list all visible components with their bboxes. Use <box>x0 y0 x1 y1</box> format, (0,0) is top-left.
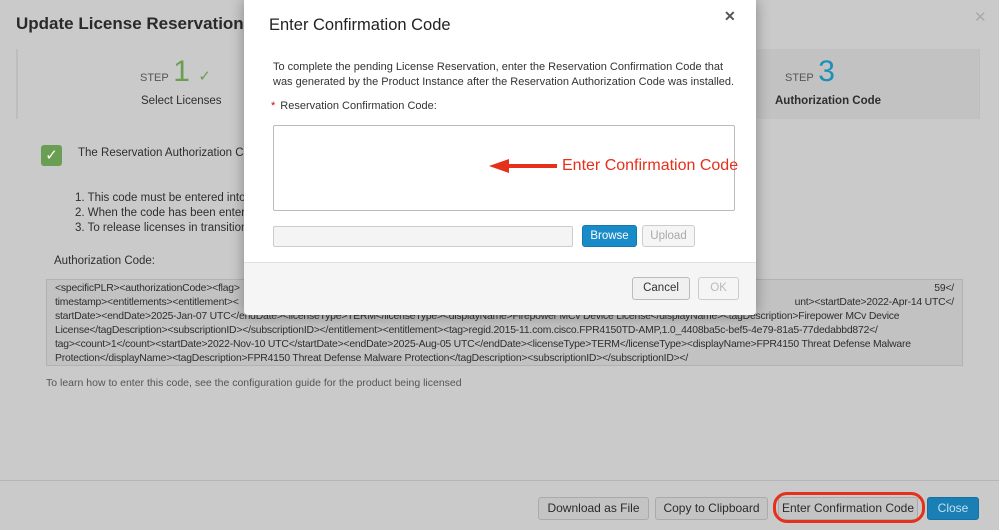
close-icon[interactable]: ✕ <box>724 8 736 25</box>
code-text: unt><startDate>2022-Apr-14 UTC</ <box>794 297 955 308</box>
upload-button[interactable]: Upload <box>642 225 695 247</box>
download-as-file-button[interactable]: Download as File <box>538 497 649 520</box>
code-text: timestamp><entitlements><entitlement>< <box>55 297 239 308</box>
arrow-left-icon <box>489 159 557 173</box>
close-icon[interactable]: ✕ <box>974 8 987 26</box>
instruction-item: 2. When the code has been entered, <box>75 207 262 219</box>
page-title: Update License Reservation <box>16 14 244 33</box>
instruction-item: 1. This code must be entered into the <box>75 192 265 204</box>
copy-to-clipboard-button[interactable]: Copy to Clipboard <box>655 497 768 520</box>
cancel-button[interactable]: Cancel <box>632 277 690 300</box>
checkmark-icon: ✓ <box>198 68 211 85</box>
success-check-icon: ✓ <box>41 145 62 166</box>
annotation-highlight-circle <box>773 492 925 523</box>
field-label-text: Reservation Confirmation Code: <box>280 100 437 112</box>
code-text: 59</ <box>934 283 954 294</box>
file-path-input[interactable] <box>273 226 573 247</box>
code-line: License</tagDescription><subscriptionID>… <box>55 325 878 336</box>
field-label: * Reservation Confirmation Code: <box>271 100 437 112</box>
dialog-description: To complete the pending License Reservat… <box>273 61 735 88</box>
footer-divider <box>0 480 999 481</box>
code-line: Protection</displayName><tagDescription>… <box>55 353 689 364</box>
status-message: The Reservation Authorization Code <box>78 147 263 159</box>
step-number: 1 <box>173 55 190 88</box>
auth-code-label: Authorization Code: <box>54 255 156 267</box>
dialog-footer: Cancel OK <box>244 262 756 315</box>
step-1: STEP 1 ✓ <box>140 57 211 87</box>
step-label: STEP <box>785 72 814 84</box>
code-line: tag><count>1</count><startDate>2022-Nov-… <box>55 339 911 350</box>
close-button[interactable]: Close <box>927 497 979 520</box>
required-icon: * <box>271 100 276 112</box>
ok-button[interactable]: OK <box>698 277 739 300</box>
code-text: <specificPLR><authorizationCode><flag> <box>55 283 240 294</box>
enter-confirmation-code-dialog: Enter Confirmation Code ✕ To complete th… <box>244 0 756 315</box>
help-text: To learn how to enter this code, see the… <box>46 377 462 389</box>
browse-button[interactable]: Browse <box>582 225 637 247</box>
step-name: Authorization Code <box>775 95 882 107</box>
annotation-text: Enter Confirmation Code <box>562 157 739 174</box>
step-name: Select Licenses <box>141 95 222 107</box>
instruction-item: 3. To release licenses in transition, e <box>75 222 261 234</box>
step-label: STEP <box>140 72 169 84</box>
step-number: 3 <box>818 55 835 88</box>
instructions-list: 1. This code must be entered into the 2.… <box>75 191 265 236</box>
dialog-title: Enter Confirmation Code <box>269 16 451 34</box>
step-3: STEP 3 <box>785 57 835 87</box>
